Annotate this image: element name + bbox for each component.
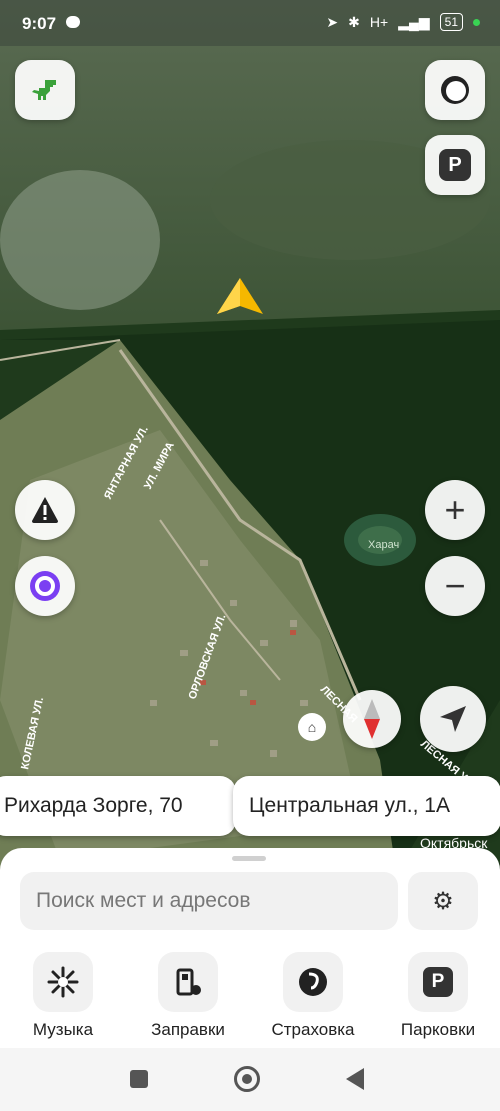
home-marker-icon[interactable]: ⌂	[298, 713, 326, 741]
navigation-arrow-icon	[217, 278, 263, 323]
sheet-handle[interactable]	[232, 856, 266, 861]
layers-button[interactable]	[425, 60, 485, 120]
message-icon	[66, 16, 80, 28]
location-icon: ➤	[326, 13, 339, 30]
bluetooth-icon: ✱	[348, 13, 360, 30]
parking-icon: P	[439, 149, 471, 181]
category-label: Парковки	[400, 1020, 476, 1039]
parking-icon: P	[408, 952, 468, 1012]
category-label: Страховка	[271, 1020, 355, 1039]
search-placeholder: Поиск мест и адресов	[36, 889, 251, 912]
settings-button[interactable]: ⚙	[408, 872, 478, 930]
address-chip-home[interactable]: Рихарда Зорге, 70	[0, 776, 236, 836]
music-burst-icon	[33, 952, 93, 1012]
zoom-out-button[interactable]: −	[425, 556, 485, 616]
category-label: Музыка	[32, 1020, 94, 1039]
parking-layer-button[interactable]: P	[425, 135, 485, 195]
search-input[interactable]: Поиск мест и адресов	[20, 872, 398, 930]
compass-icon	[364, 699, 380, 739]
my-location-button[interactable]	[420, 686, 486, 752]
fuel-icon	[158, 952, 218, 1012]
avatar-dino-button[interactable]	[15, 60, 75, 120]
road-events-button[interactable]	[15, 480, 75, 540]
recents-button[interactable]	[130, 1070, 148, 1088]
alice-assistant-button[interactable]	[15, 556, 75, 616]
alice-icon	[30, 571, 60, 601]
lake-label: Харач	[368, 539, 399, 551]
home-button[interactable]	[234, 1066, 260, 1092]
status-time: 9:07	[22, 14, 57, 33]
compass-button[interactable]	[343, 690, 401, 748]
category-fuel[interactable]: Заправки	[133, 952, 243, 1040]
back-button[interactable]	[346, 1068, 364, 1090]
category-music[interactable]: Музыка	[8, 952, 118, 1040]
network-type: H+	[369, 14, 389, 30]
address-chip-label: Центральная ул., 1А	[249, 794, 450, 817]
insurance-icon	[283, 952, 343, 1012]
location-arrow-icon	[440, 706, 466, 732]
plus-icon: +	[444, 489, 466, 530]
category-parking[interactable]: P Парковки	[383, 952, 493, 1040]
minus-icon: −	[444, 565, 466, 606]
status-bar: 9:07 ➤ ✱ H+ ▂▄▆ 51	[0, 0, 500, 46]
gear-icon: ⚙	[432, 887, 454, 915]
layers-icon	[441, 76, 469, 104]
category-label: Заправки	[151, 1020, 225, 1039]
dinosaur-icon	[32, 80, 56, 100]
category-insurance[interactable]: Страховка	[258, 952, 368, 1040]
signal-icon: ▂▄▆	[398, 13, 430, 30]
zoom-in-button[interactable]: +	[425, 480, 485, 540]
warning-icon	[32, 497, 58, 523]
status-dot-icon	[473, 18, 480, 26]
bottom-sheet: Поиск мест и адресов ⚙ Музыка Заправки С…	[0, 848, 500, 1048]
battery-icon: 51	[439, 13, 463, 31]
address-chip-work[interactable]: Центральная ул., 1А	[233, 776, 500, 836]
address-chip-label: Рихарда Зорге, 70	[4, 794, 183, 817]
system-navigation-bar	[0, 1048, 500, 1111]
